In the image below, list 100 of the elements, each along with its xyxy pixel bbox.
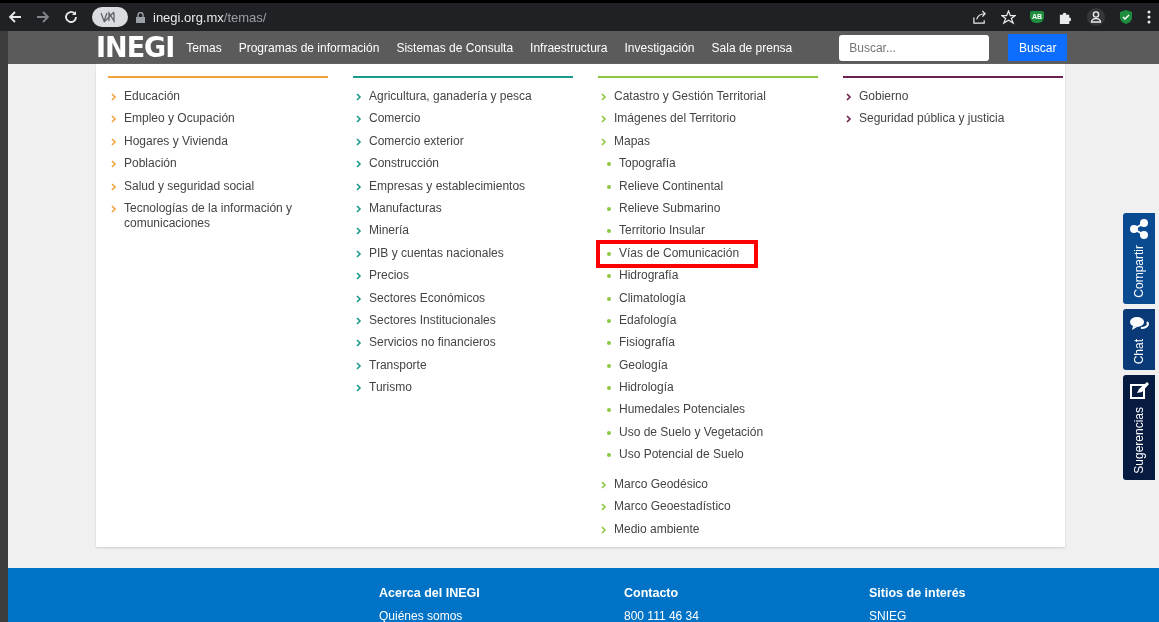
chevron-icon [111,115,117,124]
topic-link[interactable]: Mapas [614,133,764,149]
topic-link[interactable]: Humedales Potenciales [619,402,746,418]
topic-link[interactable]: Uso de Suelo y Vegetación [619,424,764,440]
address-bar-url[interactable]: inegi.org.mx/temas/ [153,9,267,25]
topic-link[interactable]: Marco Geoestadístico [614,499,731,515]
topic-link[interactable]: Uso Potencial de Suelo [619,447,744,463]
topic-link[interactable]: Sectores Económicos [369,290,486,306]
topic-link[interactable]: Marco Geodésico [614,477,709,493]
site-logo[interactable]: INEGI [96,31,175,64]
nav-link[interactable]: Infraestructura [530,40,608,55]
topic-link[interactable]: Territorio Insular [619,223,706,239]
side-tab[interactable]: Chat [1123,308,1155,371]
bullet-dot [607,162,611,167]
chevron-icon [356,227,362,236]
topic-link[interactable]: Sectores Institucionales [369,312,496,328]
bullet-dot [607,206,611,211]
chevron-icon [111,137,117,146]
topic-link[interactable]: Transporte [369,357,427,373]
back-arrow-icon[interactable] [8,10,22,24]
bullet-dot [607,229,611,234]
profile-icon[interactable] [1087,8,1105,26]
nav-link[interactable]: Sala de prensa [711,40,793,55]
footer-link[interactable]: Quiénes somos [379,609,624,622]
nav-link[interactable]: Temas [186,40,222,55]
chevron-icon [356,182,362,191]
chevron-icon [601,525,607,534]
side-tab[interactable]: Compartir [1123,213,1155,304]
share-page-icon[interactable] [971,9,987,25]
topic-link[interactable]: Educación [124,89,181,104]
topic-link[interactable]: Empresas y establecimientos [369,178,526,194]
nav-link[interactable]: Sistemas de Consulta [396,40,514,55]
chevron-icon [601,503,607,512]
topic-link[interactable]: Topografía [619,156,676,172]
chevron-icon [356,160,362,169]
chevron-icon [356,294,362,303]
bullet-dot [607,453,611,458]
topic-link[interactable]: Población [124,156,177,172]
chevron-icon [846,115,852,124]
topic-link[interactable]: Climatología [619,290,686,306]
side-tab[interactable]: Sugerencias [1123,375,1155,480]
bullet-dot [607,408,611,413]
bullet-dot [607,251,611,256]
chevron-icon [601,115,607,124]
footer-heading: Contacto [624,586,680,600]
bullet-dot [607,318,611,323]
topic-link[interactable]: Comercio [369,111,421,127]
chevron-icon [601,137,607,146]
footer-link[interactable]: SNIEG [869,609,1114,622]
footer-heading: Acerca del INEGI [379,586,481,600]
topic-link[interactable]: Construcción [369,156,440,172]
bullet-dot [607,274,611,279]
topic-link[interactable]: Catastro y Gestión Territorial [614,89,766,104]
topic-link[interactable]: Comercio exterior [369,133,464,149]
chevron-icon [111,182,117,191]
topic-link[interactable]: Gobierno [859,89,909,104]
reload-icon[interactable] [64,10,78,24]
topic-link[interactable]: Manufacturas [369,200,442,216]
forward-arrow-icon[interactable] [36,10,50,24]
chevron-icon [356,316,362,325]
search-field[interactable]: Buscar... [839,34,990,61]
topic-link[interactable]: Medio ambiente [614,521,700,537]
topic-link[interactable]: Edafología [619,312,677,328]
bullet-dot [607,341,611,346]
search-button[interactable]: Buscar [1008,34,1068,61]
topic-link[interactable]: Hidrografía [619,268,679,284]
nav-link[interactable]: Investigación [624,40,695,55]
topic-link[interactable]: PIB y cuentas nacionales [369,245,504,261]
chevron-icon [356,361,362,370]
bullet-dot [607,184,611,189]
shield-check-icon[interactable] [1119,9,1133,25]
topic-link[interactable]: Minería [369,223,409,239]
more-menu-icon[interactable] [1147,10,1151,24]
topic-link[interactable]: Agricultura, ganadería y pesca [369,89,532,104]
chevron-icon [356,93,362,101]
topic-link[interactable]: Geología [619,357,668,373]
topic-link[interactable]: Hogares y Vivienda [124,133,228,149]
topic-link[interactable]: Relieve Submarino [619,200,721,216]
topic-link[interactable]: Fisiografía [619,335,676,351]
chevron-icon [111,204,117,213]
nav-link[interactable]: Programas de información [238,40,380,55]
topic-link[interactable]: Relieve Continental [619,178,724,194]
topic-link[interactable]: Empleo y Ocupación [124,111,235,127]
chevron-icon [356,137,362,146]
chevron-icon [356,115,362,124]
topic-link[interactable]: Precios [369,268,409,284]
topic-link[interactable]: Hidrología [619,380,674,396]
topic-link[interactable]: Imágenes del Territorio [614,111,736,127]
topic-link[interactable]: Vías de Comunicación [619,245,740,261]
bookmark-star-icon[interactable] [1000,9,1016,25]
chat-bubbles-icon [1129,314,1149,333]
topic-link[interactable]: Turismo [369,380,412,396]
topic-link[interactable]: Salud y seguridad social [124,178,255,194]
topic-link[interactable]: Seguridad pública y justicia [859,111,1005,127]
chevron-icon [356,272,362,281]
vpn-badge-icon[interactable] [92,7,128,27]
topic-link[interactable]: Tecnologías de la información y comunicaciones [124,200,328,231]
chevron-icon [601,93,607,101]
footer-link[interactable]: 800 111 46 34 [624,609,869,622]
topic-link[interactable]: Servicios no financieros [369,335,496,351]
